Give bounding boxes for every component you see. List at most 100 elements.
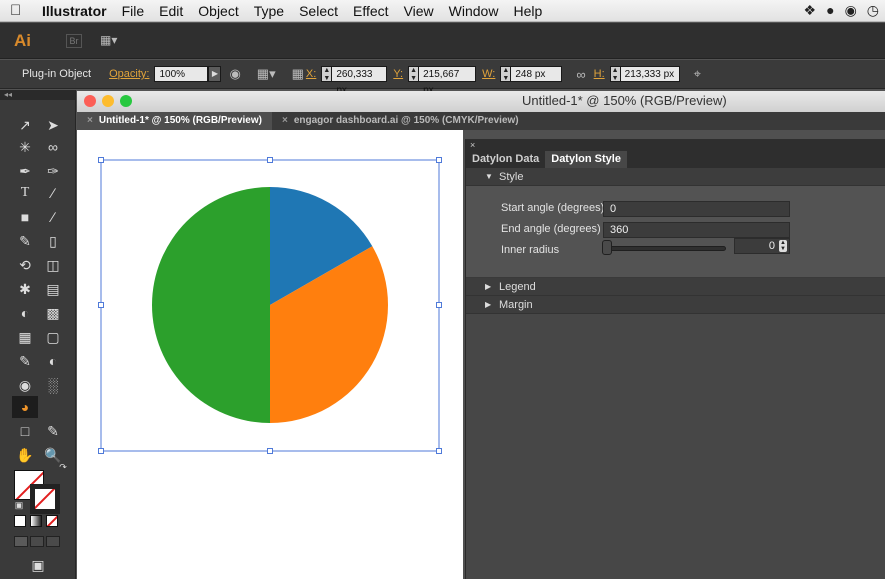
stroke-swatch[interactable]	[30, 484, 60, 514]
artboard[interactable]	[77, 130, 463, 579]
type-tool-icon[interactable]: T	[12, 182, 38, 204]
selection-handle[interactable]	[436, 448, 442, 454]
hand-tool-icon[interactable]: ✋	[12, 444, 38, 466]
selection-handle[interactable]	[267, 157, 273, 163]
pencil-tool-icon[interactable]: ✎	[12, 230, 38, 252]
margin-section-header[interactable]: ▶ Margin	[466, 296, 885, 314]
curvature-tool-icon[interactable]: ✑	[40, 160, 66, 182]
warp-tool-icon[interactable]: ✱	[12, 278, 38, 300]
y-field[interactable]: 215,667 px	[418, 66, 477, 96]
legend-section-header[interactable]: ▶ Legend	[466, 278, 885, 296]
menu-effect[interactable]: Effect	[353, 3, 389, 19]
reference-point-icon[interactable]: ▦	[292, 66, 304, 82]
recolor-icon[interactable]: ◉	[229, 66, 240, 82]
menu-view[interactable]: View	[404, 3, 434, 19]
none-fill-icon[interactable]	[46, 515, 58, 527]
h-stepper[interactable]: ▲ ▼	[609, 66, 620, 82]
notification-icon[interactable]: ●	[826, 2, 834, 19]
close-window-icon[interactable]	[84, 95, 96, 107]
tools-panel-header[interactable]: ◂◂	[0, 90, 75, 100]
menu-window[interactable]: Window	[449, 3, 499, 19]
selection-tool-icon[interactable]: ↗	[12, 114, 38, 136]
y-label[interactable]: Y:	[393, 68, 403, 80]
gradient-tool-icon[interactable]: ▢	[40, 326, 66, 348]
menu-edit[interactable]: Edit	[159, 3, 183, 19]
draw-behind-icon[interactable]	[30, 536, 44, 547]
arrange-documents-icon[interactable]: ▦▾	[100, 33, 126, 49]
y-stepper[interactable]: ▲ ▼	[408, 66, 419, 82]
chart-tool-icon[interactable]: ▩	[40, 302, 66, 324]
bridge-button[interactable]: Br	[66, 33, 82, 48]
menu-file[interactable]: File	[122, 3, 145, 19]
minimize-window-icon[interactable]	[102, 95, 114, 107]
default-fill-stroke-icon[interactable]: ▣	[6, 494, 32, 516]
inner-radius-slider[interactable]	[606, 246, 726, 251]
menu-select[interactable]: Select	[299, 3, 338, 19]
tab-untitled-1[interactable]: × Untitled-1* @ 150% (RGB/Preview)	[77, 112, 272, 130]
direct-selection-tool-icon[interactable]: ➤	[40, 114, 66, 136]
draw-inside-icon[interactable]	[46, 536, 60, 547]
selection-handle[interactable]	[98, 302, 104, 308]
rectangle-tool-icon[interactable]: ■	[12, 206, 38, 228]
paintbrush-tool-icon[interactable]: ∕	[40, 206, 66, 228]
start-angle-input[interactable]: 0	[603, 201, 790, 217]
screen-mode-icon[interactable]: ▣	[25, 554, 51, 576]
selection-handle[interactable]	[267, 448, 273, 454]
apple-icon[interactable]: 	[10, 2, 26, 19]
draw-normal-icon[interactable]	[14, 536, 28, 547]
eraser-tool-icon[interactable]: ▯	[40, 230, 66, 252]
creative-cloud-icon[interactable]: ◉	[845, 2, 857, 19]
eyedropper-tool-icon[interactable]: ✎	[12, 350, 38, 372]
h-field[interactable]: 213,333 px	[619, 66, 680, 82]
menu-app[interactable]: Illustrator	[42, 3, 107, 19]
free-transform-tool-icon[interactable]: ▤	[40, 278, 66, 300]
constrain-proportions-icon[interactable]: ∞	[576, 67, 585, 82]
w-field[interactable]: 248 px	[510, 66, 563, 82]
mesh-tool-icon[interactable]: ▦	[12, 326, 38, 348]
inner-radius-stepper[interactable]: ▲ ▼	[779, 240, 787, 252]
end-angle-input[interactable]: 360	[603, 222, 790, 238]
w-stepper[interactable]: ▲ ▼	[500, 66, 511, 82]
close-tab-icon[interactable]: ×	[87, 115, 93, 126]
menu-type[interactable]: Type	[254, 3, 284, 19]
tab-engagor-dashboard[interactable]: × engagor dashboard.ai @ 150% (CMYK/Previ…	[272, 112, 529, 130]
symbol-sprayer-tool-icon[interactable]: ◉	[12, 374, 38, 396]
datylon-plugin-tool-icon[interactable]: ◕	[12, 396, 38, 418]
gradient-fill-icon[interactable]	[30, 515, 42, 527]
blend-tool-icon[interactable]: ◐	[40, 350, 66, 372]
slice-tool-icon[interactable]: ✎	[40, 420, 66, 442]
opacity-dropdown-arrow-icon[interactable]: ▶	[208, 66, 222, 82]
x-stepper[interactable]: ▲ ▼	[321, 66, 332, 82]
line-tool-icon[interactable]: ∕	[40, 182, 66, 204]
x-label[interactable]: X:	[306, 68, 316, 80]
w-label[interactable]: W:	[482, 68, 495, 80]
selection-handle[interactable]	[98, 157, 104, 163]
pen-tool-icon[interactable]: ✒	[12, 160, 38, 182]
dropbox-icon[interactable]: ❖	[804, 2, 817, 19]
selection-handle[interactable]	[98, 448, 104, 454]
scale-tool-icon[interactable]: ◫	[40, 254, 66, 276]
color-fill-icon[interactable]	[14, 515, 26, 527]
column-graph-tool-icon[interactable]: ░	[40, 374, 66, 396]
align-options-icon[interactable]: ▦▾	[257, 66, 276, 82]
selection-handle[interactable]	[436, 157, 442, 163]
opacity-field[interactable]: 100%	[154, 66, 209, 82]
artboard-tool-icon[interactable]: □	[12, 420, 38, 442]
selection-handle[interactable]	[436, 302, 442, 308]
swap-fill-stroke-icon[interactable]: ↷	[50, 456, 76, 478]
x-field[interactable]: 260,333 px	[331, 66, 388, 96]
h-label[interactable]: H:	[594, 68, 605, 80]
zoom-window-icon[interactable]	[120, 95, 132, 107]
transform-icon[interactable]: ⌖	[694, 66, 701, 82]
menu-help[interactable]: Help	[513, 3, 542, 19]
panel-close-icon[interactable]: ×	[466, 139, 885, 151]
rotate-tool-icon[interactable]: ⟲	[12, 254, 38, 276]
pie-chart[interactable]	[77, 130, 463, 579]
pie-slice-3[interactable]	[152, 187, 270, 423]
close-tab-icon[interactable]: ×	[282, 115, 288, 126]
style-section-header[interactable]: ▼ Style	[466, 168, 885, 186]
menu-object[interactable]: Object	[198, 3, 238, 19]
lasso-tool-icon[interactable]: ∞	[40, 136, 66, 158]
tab-datylon-data[interactable]: Datylon Data	[466, 151, 545, 168]
time-machine-icon[interactable]: ◷	[867, 2, 879, 19]
